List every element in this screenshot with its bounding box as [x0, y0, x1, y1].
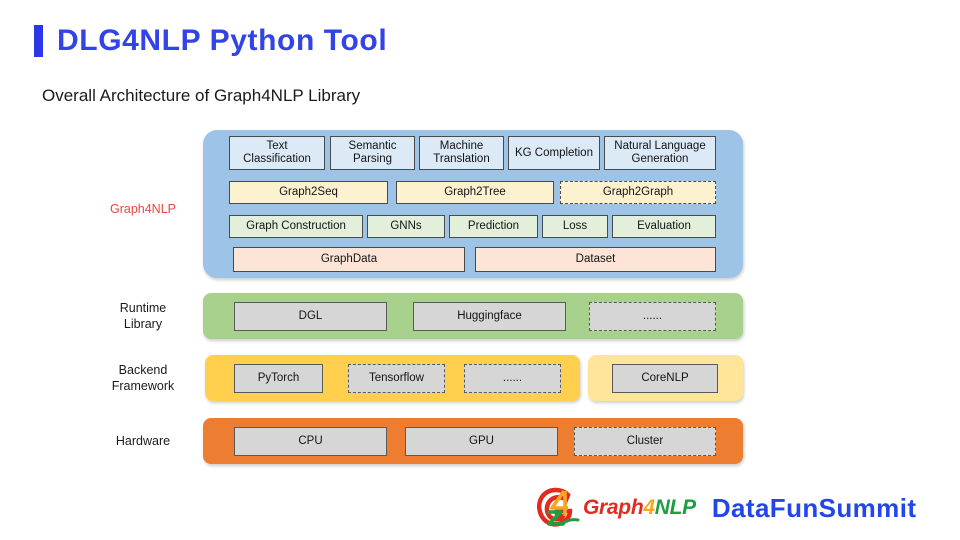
model-box-graph2seq[interactable]: Graph2Seq	[229, 181, 388, 204]
app-box-machine-translation[interactable]: Machine Translation	[419, 136, 504, 170]
row-label-runtime-library: Runtime Library	[88, 300, 198, 332]
app-label-line2: Generation	[631, 153, 689, 165]
graph4nlp-logo-icon	[535, 486, 581, 530]
app-box-natural-language-generation[interactable]: Natural Language Generation	[604, 136, 716, 170]
backend-box-corenlp[interactable]: CoreNLP	[612, 364, 718, 393]
row-label-hardware: Hardware	[115, 434, 171, 448]
logo-part-4: 4	[643, 496, 655, 519]
row-label-backend-line1: Backend	[118, 363, 168, 377]
runtime-box-ellipsis[interactable]: ......	[589, 302, 716, 331]
app-label-line1: Semantic	[348, 140, 397, 152]
logo-part-graph: Graph	[583, 496, 644, 519]
hardware-box-cpu[interactable]: CPU	[234, 427, 387, 456]
app-label-line2: Translation	[433, 153, 490, 165]
app-box-semantic-parsing[interactable]: Semantic Parsing	[330, 136, 415, 170]
graph4nlp-logo-text: Graph4NLP	[583, 496, 696, 520]
app-box-text-classification[interactable]: Text Classification	[229, 136, 325, 170]
app-label-line1: Natural Language	[614, 140, 706, 152]
app-box-kg-completion[interactable]: KG Completion	[508, 136, 600, 170]
hardware-box-gpu[interactable]: GPU	[405, 427, 558, 456]
module-box-prediction[interactable]: Prediction	[449, 215, 538, 238]
row-label-runtime-line2: Library	[123, 317, 163, 331]
row-label-backend-line2: Framework	[111, 379, 175, 393]
model-box-graph2tree[interactable]: Graph2Tree	[396, 181, 554, 204]
module-box-gnns[interactable]: GNNs	[367, 215, 445, 238]
data-box-graphdata[interactable]: GraphData	[233, 247, 465, 272]
datafunsummit-logo: DataFunSummit	[711, 492, 917, 523]
app-label-line1: KG Completion	[515, 146, 593, 159]
backend-box-ellipsis[interactable]: ......	[464, 364, 561, 393]
row-label-graph4nlp: Graph4NLP	[109, 202, 176, 216]
app-label-line1: Text	[266, 140, 288, 152]
module-box-evaluation[interactable]: Evaluation	[612, 215, 716, 238]
row-label-backend-framework: Backend Framework	[88, 362, 198, 394]
backend-box-pytorch[interactable]: PyTorch	[234, 364, 323, 393]
model-box-graph2graph[interactable]: Graph2Graph	[560, 181, 716, 204]
architecture-diagram: Graph4NLP Runtime Library Backend Framew…	[0, 0, 960, 540]
backend-box-tensorflow[interactable]: Tensorflow	[348, 364, 445, 393]
data-box-dataset[interactable]: Dataset	[475, 247, 716, 272]
module-box-graph-construction[interactable]: Graph Construction	[229, 215, 363, 238]
footer-logos: Graph4NLP DataFunSummit	[535, 483, 950, 533]
app-label-line2: Classification	[243, 153, 311, 165]
app-label-line2: Parsing	[353, 153, 392, 165]
runtime-box-huggingface[interactable]: Huggingface	[413, 302, 566, 331]
hardware-box-cluster[interactable]: Cluster	[574, 427, 716, 456]
module-box-loss[interactable]: Loss	[542, 215, 608, 238]
app-label-line1: Machine	[439, 140, 484, 152]
row-label-runtime-line1: Runtime	[119, 301, 167, 315]
logo-part-nlp: NLP	[654, 496, 696, 519]
runtime-box-dgl[interactable]: DGL	[234, 302, 387, 331]
